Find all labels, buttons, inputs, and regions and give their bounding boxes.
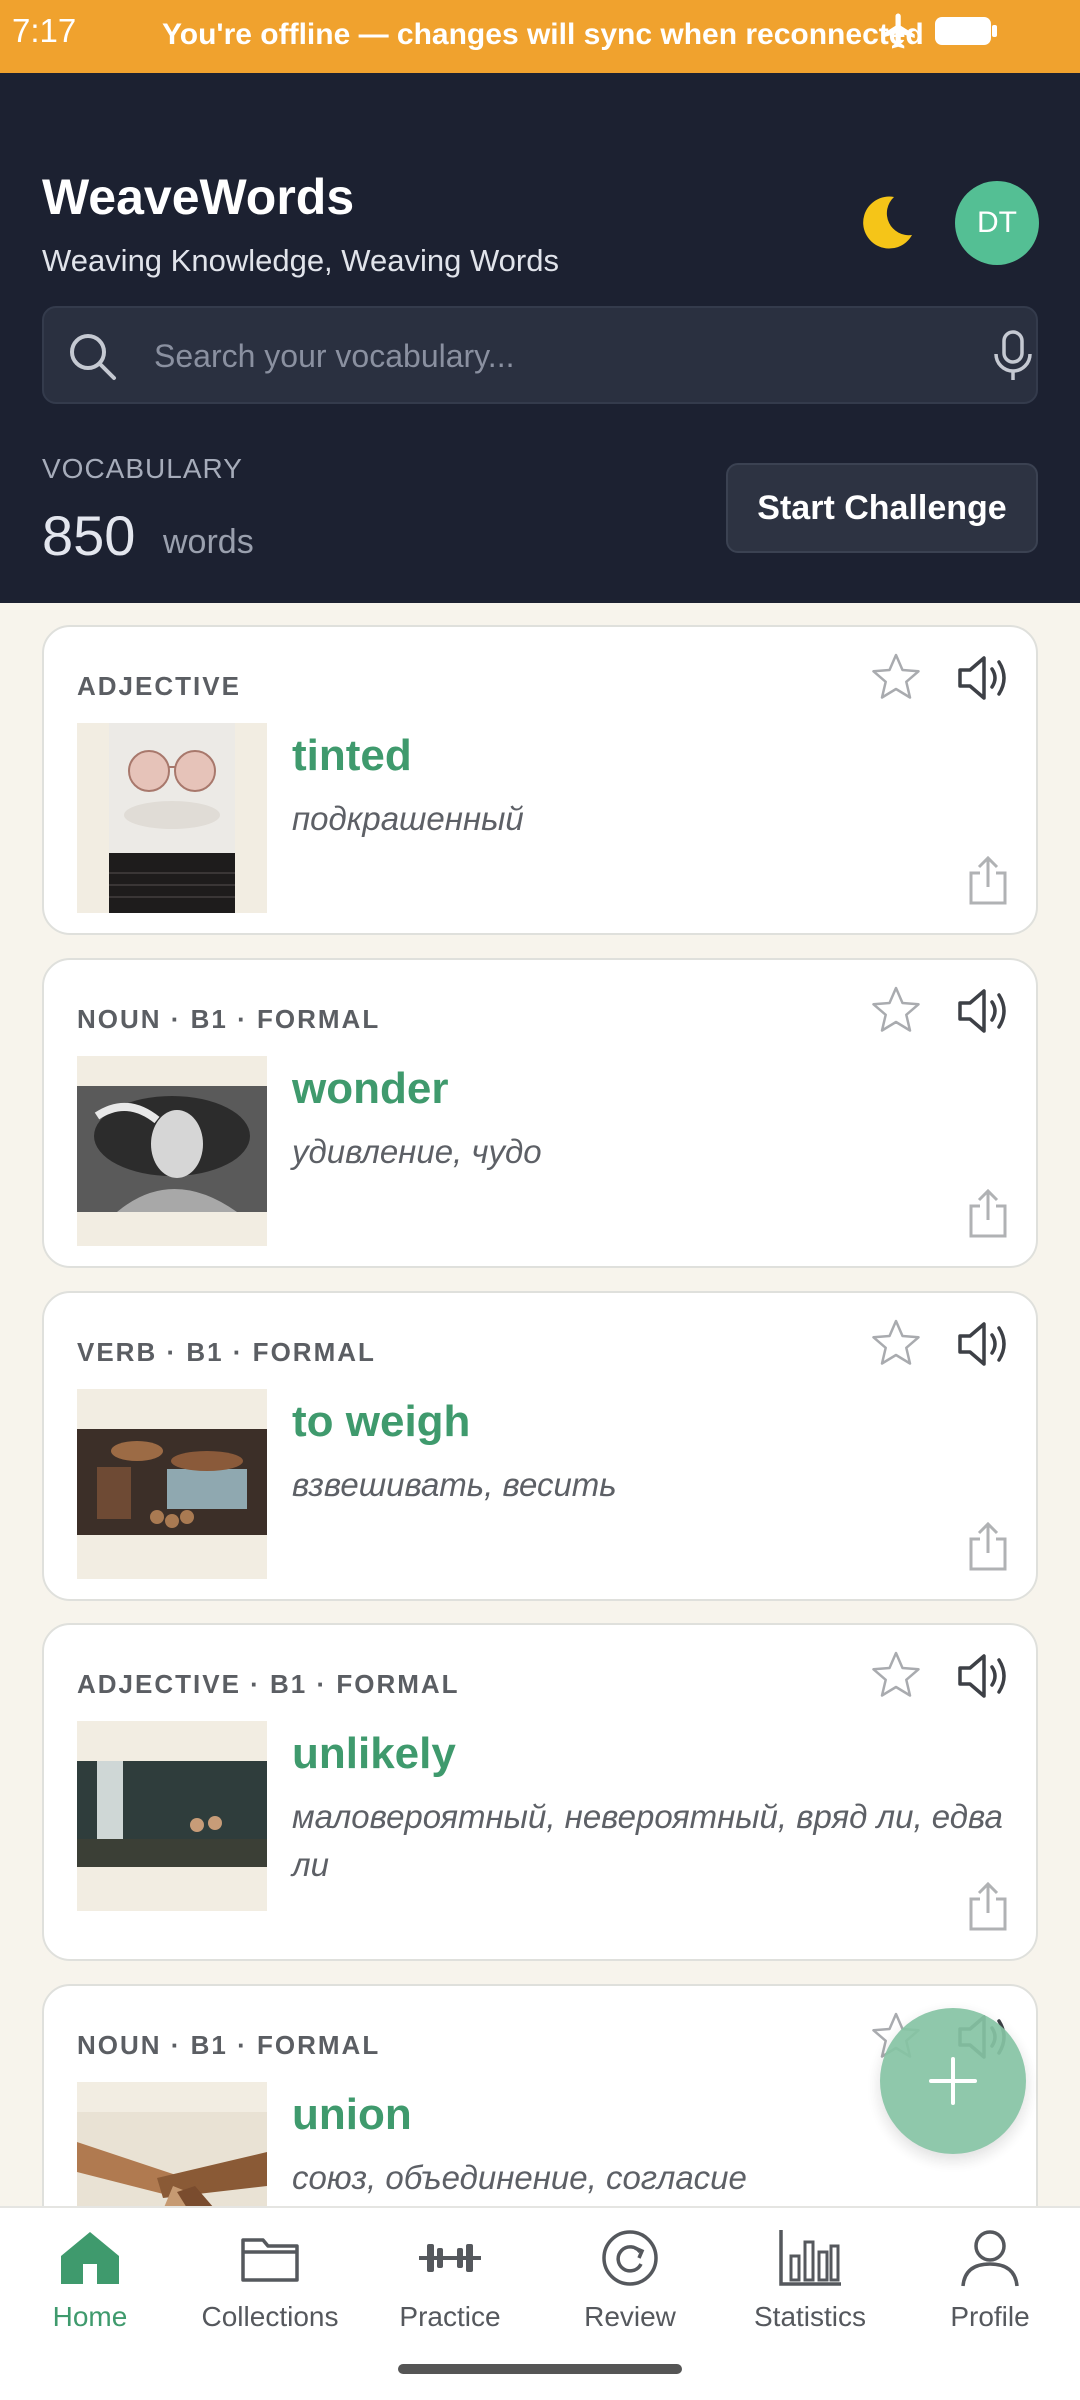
nav-label: Review bbox=[584, 2301, 676, 2332]
add-word-button[interactable] bbox=[880, 2008, 1026, 2154]
share-icon[interactable] bbox=[966, 1881, 1010, 1933]
woman-portrait-photo bbox=[77, 1056, 267, 1246]
airplane-icon bbox=[881, 13, 915, 49]
speaker-icon[interactable] bbox=[956, 1319, 1010, 1369]
nav-label: Profile bbox=[950, 2301, 1030, 2332]
word-title: unlikely bbox=[292, 1729, 456, 1778]
nav-review[interactable]: Review bbox=[540, 2226, 720, 2346]
star-icon[interactable] bbox=[870, 1317, 922, 1369]
word-translation: удивление, чудо bbox=[292, 1133, 542, 1170]
vocabulary-label: VOCABULARY bbox=[42, 453, 243, 484]
share-icon[interactable] bbox=[966, 855, 1010, 907]
nav-label: Practice bbox=[399, 2301, 501, 2332]
word-title: tinted bbox=[292, 731, 412, 780]
vocabulary-unit: words bbox=[163, 523, 254, 561]
part-of-speech: VERB · B1 · FORMAL bbox=[77, 1337, 376, 1367]
nav-home[interactable]: Home bbox=[0, 2226, 180, 2346]
nav-label: Statistics bbox=[753, 2301, 867, 2332]
share-icon[interactable] bbox=[966, 1521, 1010, 1573]
word-card[interactable]: ADJECTIVE · B1 · FORMAL unlikely маловер… bbox=[42, 1623, 1038, 1961]
nav-statistics[interactable]: Statistics bbox=[720, 2226, 900, 2346]
word-card[interactable]: NOUN · B1 · FORMAL wonder удивление, чуд… bbox=[42, 958, 1038, 1268]
word-card[interactable]: ADJECTIVE tinted подкрашенный bbox=[42, 625, 1038, 935]
dumbbell-icon bbox=[419, 2244, 481, 2272]
waterfall-photo bbox=[77, 1721, 267, 1911]
nav-label: Collections bbox=[201, 2301, 339, 2332]
scales-photo bbox=[77, 1389, 267, 1579]
speaker-icon[interactable] bbox=[956, 653, 1010, 703]
word-translation: маловероятный, невероятный, вряд ли, едв… bbox=[292, 1798, 1003, 1883]
search-bar[interactable]: Search your vocabulary... bbox=[42, 306, 1038, 404]
part-of-speech: NOUN · B1 · FORMAL bbox=[77, 1004, 381, 1034]
part-of-speech: ADJECTIVE bbox=[77, 671, 241, 701]
microphone-icon[interactable] bbox=[986, 328, 1040, 384]
bar-chart-icon bbox=[779, 2230, 841, 2286]
star-icon[interactable] bbox=[870, 1649, 922, 1701]
home-indicator bbox=[398, 2364, 682, 2374]
plus-icon bbox=[929, 2057, 977, 2105]
word-card[interactable]: VERB · B1 · FORMAL to weigh взвешивать, … bbox=[42, 1291, 1038, 1601]
word-translation: взвешивать, весить bbox=[292, 1466, 617, 1503]
start-challenge-button[interactable]: Start Challenge bbox=[726, 463, 1038, 553]
user-icon bbox=[961, 2230, 1019, 2287]
avatar[interactable]: DT bbox=[955, 181, 1039, 265]
word-translation: подкрашенный bbox=[292, 800, 524, 837]
speaker-icon[interactable] bbox=[956, 1651, 1010, 1701]
moon-icon[interactable] bbox=[854, 191, 918, 255]
home-icon bbox=[61, 2232, 119, 2284]
app-header: WeaveWords Weaving Knowledge, Weaving Wo… bbox=[0, 73, 1080, 603]
app-title: WeaveWords bbox=[42, 169, 355, 225]
search-input[interactable]: Search your vocabulary... bbox=[154, 338, 514, 375]
folder-icon bbox=[241, 2238, 299, 2282]
word-translation: союз, объединение, согласие bbox=[292, 2159, 747, 2196]
search-icon bbox=[70, 334, 116, 380]
nav-profile[interactable]: Profile bbox=[900, 2226, 1080, 2346]
battery-icon bbox=[935, 17, 997, 45]
nav-collections[interactable]: Collections bbox=[180, 2226, 360, 2346]
part-of-speech: ADJECTIVE · B1 · FORMAL bbox=[77, 1669, 460, 1699]
sunglasses-photo bbox=[77, 723, 267, 913]
word-title: to weigh bbox=[292, 1397, 471, 1446]
star-icon[interactable] bbox=[870, 651, 922, 703]
speaker-icon[interactable] bbox=[956, 986, 1010, 1036]
offline-message: You're offline — changes will sync when … bbox=[162, 18, 924, 51]
app-subtitle: Weaving Knowledge, Weaving Words bbox=[42, 243, 559, 278]
refresh-icon bbox=[602, 2230, 658, 2286]
status-time: 7:17 bbox=[12, 12, 77, 49]
word-title: wonder bbox=[292, 1064, 449, 1113]
word-title: union bbox=[292, 2090, 412, 2139]
vocabulary-count: 850 bbox=[42, 504, 136, 567]
nav-practice[interactable]: Practice bbox=[360, 2226, 540, 2346]
share-icon[interactable] bbox=[966, 1188, 1010, 1240]
offline-banner: 7:17 You're offline — changes will sync … bbox=[0, 0, 1080, 73]
nav-label: Home bbox=[52, 2301, 128, 2332]
part-of-speech: NOUN · B1 · FORMAL bbox=[77, 2030, 381, 2060]
star-icon[interactable] bbox=[870, 984, 922, 1036]
